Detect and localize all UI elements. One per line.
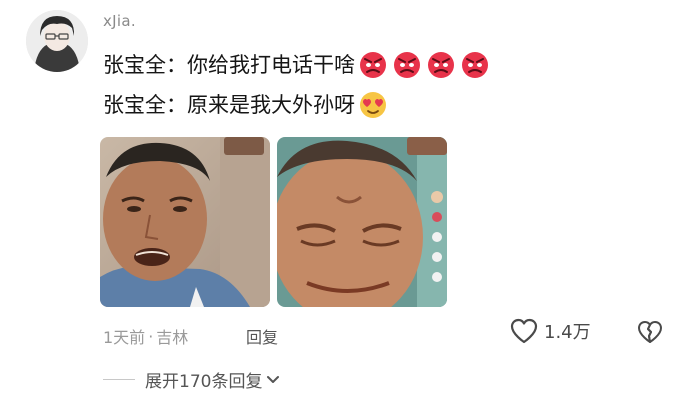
comment-location: 吉林 [156, 328, 189, 347]
dislike-button[interactable] [637, 320, 663, 348]
comment-time: 1天前 [103, 328, 146, 347]
angry-face-icon [462, 52, 488, 78]
like-button[interactable]: 1.4万 [510, 318, 591, 344]
comment-image-2[interactable] [277, 137, 447, 307]
heart-eyes-icon [360, 92, 386, 118]
comment-text-2: 张宝全：原来是我大外孙呀 [103, 93, 355, 117]
angry-face-icon [394, 52, 420, 78]
comment-meta: 1天前 · 吉林 [103, 324, 188, 348]
video-call-screenshot-2 [277, 137, 447, 307]
expand-divider [103, 379, 135, 380]
broken-heart-icon [638, 321, 662, 343]
expand-replies[interactable]: 展开170条回复 [103, 367, 280, 392]
video-call-screenshot-1 [100, 137, 270, 307]
comment-line-2: 张宝全：原来是我大外孙呀 [103, 88, 389, 120]
expand-replies-label: 展开170条回复 [145, 372, 263, 392]
avatar-image [26, 10, 88, 72]
reply-button[interactable]: 回复 [246, 324, 278, 348]
chevron-down-icon [267, 375, 280, 383]
angry-face-icon [360, 52, 386, 78]
avatar[interactable] [26, 10, 88, 72]
comment-text-1: 张宝全：你给我打电话干啥 [103, 53, 355, 77]
comment-line-1: 张宝全：你给我打电话干啥 [103, 48, 491, 80]
comment-image-1[interactable] [100, 137, 270, 307]
like-count: 1.4万 [544, 322, 591, 343]
angry-face-icon [428, 52, 454, 78]
username[interactable]: xJia. [103, 12, 136, 30]
heart-outline-icon [510, 318, 538, 344]
meta-separator: · [148, 326, 154, 346]
